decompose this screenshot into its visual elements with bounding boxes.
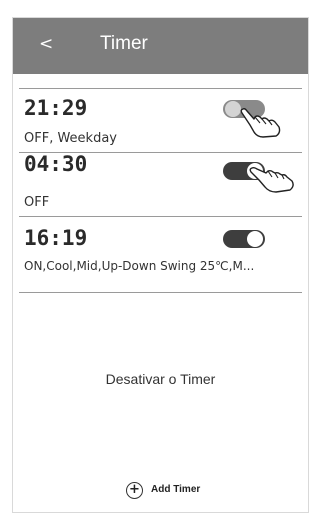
timer-item[interactable]: 04:30 OFF bbox=[13, 152, 308, 212]
page-title: Timer bbox=[100, 33, 148, 54]
toggle-knob bbox=[247, 231, 263, 247]
timer-toggle[interactable] bbox=[223, 230, 265, 248]
timer-time: 16:19 bbox=[24, 226, 88, 250]
timer-screen: < Timer 21:29 OFF, Weekday 04:30 OFF 16:… bbox=[12, 17, 309, 513]
back-button[interactable]: < bbox=[39, 34, 53, 54]
timer-item[interactable]: 16:19 ON,Cool,Mid,Up-Down Swing 25℃,M... bbox=[13, 212, 308, 293]
timer-description: ON,Cool,Mid,Up-Down Swing 25℃,M... bbox=[24, 259, 255, 273]
timer-description: OFF, Weekday bbox=[24, 131, 117, 146]
add-timer-label: Add Timer bbox=[151, 484, 201, 495]
empty-state-message: Desativar o Timer bbox=[105, 371, 216, 387]
header-bar: < Timer bbox=[13, 18, 308, 74]
plus-circle-icon: + bbox=[126, 482, 143, 499]
hand-pointer-icon bbox=[240, 108, 281, 138]
divider bbox=[19, 292, 302, 293]
timer-description: OFF bbox=[24, 195, 50, 210]
divider bbox=[19, 88, 302, 89]
hand-pointer-icon bbox=[249, 166, 294, 193]
divider bbox=[19, 216, 302, 217]
timer-time: 04:30 bbox=[24, 152, 88, 176]
timer-time: 21:29 bbox=[24, 96, 88, 120]
timer-item[interactable]: 21:29 OFF, Weekday bbox=[13, 74, 308, 152]
